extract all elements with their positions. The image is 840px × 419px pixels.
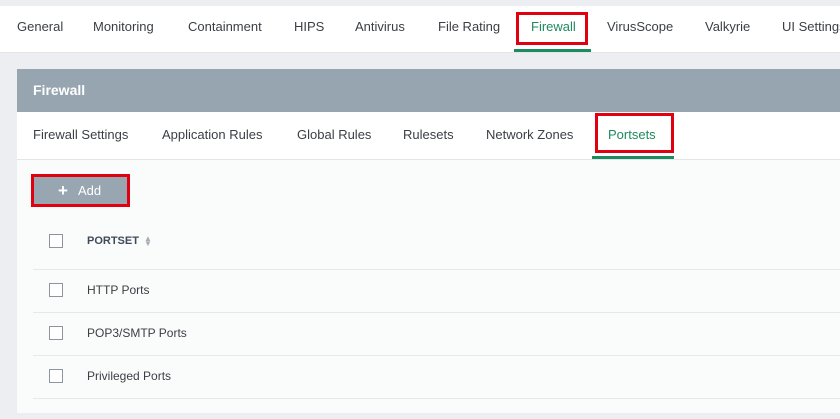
row-checkbox[interactable] xyxy=(49,283,63,297)
highlight-box-portsets-tab xyxy=(595,113,674,153)
tab-file-rating[interactable]: File Rating xyxy=(438,6,500,52)
add-button-label: Add xyxy=(78,183,102,198)
firewall-panel: Firewall Firewall Settings Application R… xyxy=(17,69,840,413)
panel-header: Firewall xyxy=(17,69,840,112)
table-row[interactable]: HTTP Ports xyxy=(33,269,840,313)
portset-name[interactable]: HTTP Ports xyxy=(87,283,149,297)
sort-icon[interactable]: ▲ ▼ xyxy=(144,235,152,248)
portset-name[interactable]: Privileged Ports xyxy=(87,369,171,383)
module-tab-bar: General Monitoring Containment HIPS Anti… xyxy=(0,6,840,53)
panel-title: Firewall xyxy=(33,82,86,98)
portset-column-label: PORTSET xyxy=(87,235,139,247)
tab-rulesets[interactable]: Rulesets xyxy=(403,112,454,158)
plus-icon: + xyxy=(58,181,68,200)
tab-hips[interactable]: HIPS xyxy=(294,6,324,52)
table-row[interactable]: Privileged Ports xyxy=(33,355,840,399)
portset-name[interactable]: POP3/SMTP Ports xyxy=(87,326,187,340)
table-header-row: PORTSET ▲ ▼ xyxy=(33,219,840,270)
active-sub-tab-indicator xyxy=(592,156,674,159)
highlight-box-firewall-tab xyxy=(516,12,588,45)
tab-application-rules[interactable]: Application Rules xyxy=(162,112,262,158)
tab-monitoring[interactable]: Monitoring xyxy=(93,6,154,52)
active-tab-indicator xyxy=(514,49,591,52)
tab-general[interactable]: General xyxy=(17,6,63,52)
tab-network-zones[interactable]: Network Zones xyxy=(486,112,573,158)
tab-firewall-settings[interactable]: Firewall Settings xyxy=(33,112,128,158)
tab-virusscope[interactable]: VirusScope xyxy=(607,6,673,52)
select-all-checkbox[interactable] xyxy=(49,234,63,248)
portset-column-header[interactable]: PORTSET ▲ ▼ xyxy=(87,235,152,248)
add-portset-button[interactable]: + Add xyxy=(31,174,130,207)
row-checkbox[interactable] xyxy=(49,326,63,340)
firewall-sub-tab-bar: Firewall Settings Application Rules Glob… xyxy=(17,112,840,160)
table-row[interactable]: POP3/SMTP Ports xyxy=(33,312,840,356)
tab-valkyrie[interactable]: Valkyrie xyxy=(705,6,750,52)
tab-antivirus[interactable]: Antivirus xyxy=(355,6,405,52)
tab-containment[interactable]: Containment xyxy=(188,6,262,52)
tab-global-rules[interactable]: Global Rules xyxy=(297,112,371,158)
row-checkbox[interactable] xyxy=(49,369,63,383)
tab-ui-settings[interactable]: UI Settings xyxy=(782,6,840,52)
